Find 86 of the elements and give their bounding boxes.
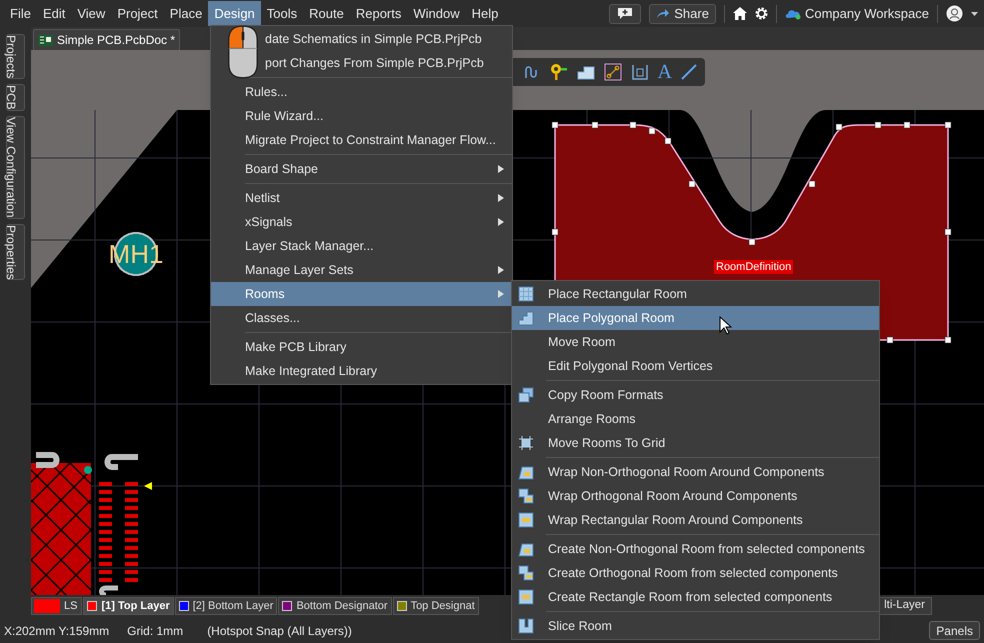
- layer-tab[interactable]: Bottom Designator: [278, 597, 392, 615]
- menu-item[interactable]: Edit: [36, 1, 72, 26]
- menu-item[interactable]: File: [4, 1, 37, 26]
- panel-tab[interactable]: View Configuration: [6, 116, 25, 219]
- panel-tab[interactable]: Properties: [6, 224, 25, 280]
- document-tab[interactable]: Simple PCB.PcbDoc *: [33, 29, 180, 50]
- menu-entry[interactable]: Rooms: [211, 282, 512, 306]
- layer-tab[interactable]: [2] Bottom Layer: [174, 597, 278, 615]
- menu-entry[interactable]: Place Rectangular Room: [512, 282, 879, 306]
- menu-entry[interactable]: Arrange Rooms: [512, 407, 879, 431]
- menu-entry[interactable]: Rule Wizard...: [211, 104, 512, 128]
- share-arrow-icon: [656, 8, 670, 18]
- menu-entry[interactable]: Manage Layer Sets: [211, 258, 512, 282]
- menu-entry[interactable]: Board Shape: [211, 157, 512, 181]
- layer-tab[interactable]: [1] Top Layer: [83, 597, 174, 615]
- layer-set-tab[interactable]: LS: [31, 597, 82, 615]
- menu-entry[interactable]: Migrate Project to Constraint Manager Flow...: [211, 128, 512, 152]
- stepped-blocks-icon: [518, 488, 534, 504]
- menu-entry[interactable]: Wrap Orthogonal Room Around Components: [512, 484, 879, 508]
- menu-entry[interactable]: Create Rectangle Room from selected components: [512, 585, 879, 609]
- layer-tab[interactable]: lti-Layer: [879, 597, 932, 615]
- workspace-name[interactable]: Company Workspace: [804, 4, 929, 24]
- menu-entry[interactable]: port Changes From Simple PCB.PrjPcb: [211, 51, 512, 75]
- comment-button[interactable]: [609, 4, 642, 24]
- dimension-box-icon[interactable]: [630, 63, 649, 81]
- menu-entry[interactable]: Classes...: [211, 306, 512, 330]
- line-tool-icon[interactable]: [681, 64, 697, 80]
- menu-entry[interactable]: Make Integrated Library: [211, 359, 512, 383]
- panel-tab[interactable]: Projects: [6, 34, 25, 80]
- grid-square-icon: [518, 286, 534, 302]
- crosshair-square-icon: [518, 435, 534, 451]
- triangle-marker-icon: [144, 482, 152, 490]
- menu-item[interactable]: Tools: [260, 1, 304, 26]
- probe-icon[interactable]: [550, 63, 568, 81]
- stair-shape-icon: [518, 310, 534, 326]
- menu-item[interactable]: Window: [407, 1, 466, 26]
- stepped-blocks-icon: [518, 565, 534, 581]
- menu-entry[interactable]: Wrap Rectangular Room Around Components: [512, 508, 879, 532]
- room-label: RoomDefinition: [714, 260, 794, 274]
- grid-size: Grid: 1mm: [127, 622, 184, 640]
- connector-square-icon[interactable]: [604, 63, 622, 81]
- stacked-squares-icon: [518, 387, 534, 403]
- split-rectangle-icon: [518, 512, 534, 528]
- menu-item[interactable]: Reports: [350, 1, 408, 26]
- menu-entry[interactable]: Rules...: [211, 80, 512, 104]
- menu-entry[interactable]: date Schematics in Simple PCB.PrjPcb: [211, 27, 512, 51]
- menu-entry[interactable]: Place Polygonal Room: [512, 306, 879, 330]
- menu-item[interactable]: Help: [466, 1, 504, 26]
- panel-tab[interactable]: PCB: [6, 84, 25, 112]
- menu-entry[interactable]: Slice Room: [512, 614, 879, 638]
- mouse-pointer-icon: [719, 316, 732, 335]
- menu-entry[interactable]: Edit Polygonal Room Vertices: [512, 354, 879, 378]
- menu-entry[interactable]: Layer Stack Manager...: [211, 234, 512, 258]
- notched-shape-icon: [518, 541, 534, 557]
- comment-add-icon: [617, 7, 634, 20]
- menu-item[interactable]: Place: [164, 1, 208, 26]
- avatar-icon[interactable]: [946, 5, 963, 22]
- menu-entry[interactable]: Move Room: [512, 330, 879, 354]
- menu-item[interactable]: Project: [111, 1, 164, 26]
- menu-entry[interactable]: Wrap Non-Orthogonal Room Around Components: [512, 460, 879, 484]
- share-button[interactable]: Share: [649, 4, 716, 24]
- snap-mode: (Hotspot Snap (All Layers)): [207, 622, 352, 640]
- notched-shape-icon: [518, 464, 534, 480]
- pcb-document-icon: [38, 34, 53, 46]
- menu-entry[interactable]: Netlist: [211, 186, 512, 210]
- text-tool[interactable]: A: [658, 62, 672, 82]
- menu-item[interactable]: Route: [303, 1, 350, 26]
- menu-entry[interactable]: Create Orthogonal Room from selected components: [512, 561, 879, 585]
- menu-entry[interactable]: Move Rooms To Grid: [512, 431, 879, 455]
- menu-entry[interactable]: Copy Room Formats: [512, 383, 879, 407]
- menu-entry[interactable]: Create Non-Orthogonal Room from selected components: [512, 537, 879, 561]
- cursor-position: X:202mm Y:159mm: [4, 622, 110, 640]
- corner-shape-icon: [518, 618, 534, 634]
- menu-entry[interactable]: Make PCB Library: [211, 335, 512, 359]
- panels-button[interactable]: Panels: [929, 621, 980, 640]
- menu-entry[interactable]: xSignals: [211, 210, 512, 234]
- stair-shape-icon[interactable]: [576, 64, 595, 80]
- settings-icon[interactable]: [754, 7, 768, 20]
- home-icon[interactable]: [732, 7, 747, 20]
- layer-tab[interactable]: Top Designat: [392, 597, 479, 615]
- split-rectangle-icon: [518, 589, 534, 605]
- layer-set-label: LS: [63, 598, 78, 614]
- menu-item[interactable]: Design: [208, 1, 261, 26]
- caret-icon[interactable]: [971, 12, 978, 16]
- mouse-icon: [227, 24, 259, 80]
- menu-item[interactable]: View: [71, 1, 112, 26]
